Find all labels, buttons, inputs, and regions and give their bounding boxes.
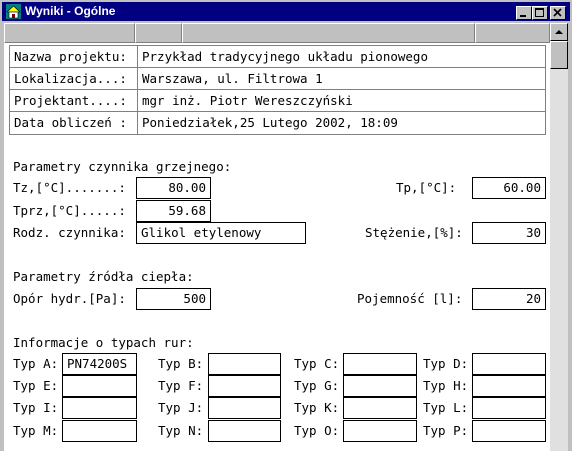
vertical-scrollbar[interactable]: [550, 23, 568, 451]
header-cell[interactable]: [4, 23, 135, 43]
title-bar[interactable]: Wyniki - Ogólne: [2, 2, 570, 21]
close-button[interactable]: [550, 6, 566, 20]
maximize-button[interactable]: [532, 6, 548, 20]
pipe-type-f-label: Typ F:: [158, 378, 204, 393]
tp-label: Tp,[°C]:: [396, 180, 457, 195]
pipe-types-heading: Informacje o typach rur:: [13, 335, 194, 350]
pipe-type-c-field[interactable]: [343, 353, 417, 375]
minimize-icon: [520, 15, 526, 17]
hydraulic-resistance-label: Opór hydr.[Pa]:: [13, 291, 126, 306]
pipe-type-a-field[interactable]: PN74200S: [62, 353, 137, 375]
calc-date-value: Poniedziałek,25 Lutego 2002, 18:09: [142, 115, 398, 130]
location-label: Lokalizacja...:: [14, 71, 127, 86]
designer-label: Projektant....:: [14, 93, 127, 108]
concentration-label: Stężenie,[%]:: [365, 225, 463, 240]
pipe-type-a-label: Typ A:: [13, 356, 59, 371]
header-cell[interactable]: [475, 23, 550, 43]
scroll-up-icon: [555, 30, 563, 34]
designer-value: mgr inż. Piotr Wereszczyński: [142, 93, 353, 108]
medium-type-label: Rodz. czynnika:: [13, 225, 126, 240]
pipe-type-n-label: Typ N:: [158, 423, 204, 438]
window-title: Wyniki - Ogólne: [25, 4, 116, 18]
tz-label: Tz,[°C].......:: [13, 180, 126, 195]
capacity-label: Pojemność [l]:: [357, 291, 463, 306]
pipe-type-d-label: Typ D:: [423, 356, 469, 371]
pipe-type-f-field[interactable]: [208, 375, 281, 397]
pipe-type-k-field[interactable]: [343, 397, 417, 419]
pipe-type-e-field[interactable]: [62, 375, 137, 397]
column-divider: [137, 46, 138, 134]
project-info-table: Nazwa projektu: Przykład tradycyjnego uk…: [9, 45, 546, 135]
pipe-type-h-field[interactable]: [472, 375, 546, 397]
calc-date-label: Data obliczeń :: [14, 115, 127, 130]
pipe-type-p-label: Typ P:: [423, 423, 469, 438]
scroll-up-button[interactable]: [550, 23, 568, 41]
header-cell[interactable]: [135, 23, 182, 43]
pipe-type-l-label: Typ L:: [423, 400, 469, 415]
pipe-type-i-field[interactable]: [62, 397, 137, 419]
tprz-label: Tprz,[°C].....:: [13, 203, 126, 218]
pipe-type-j-field[interactable]: [208, 397, 281, 419]
medium-type-field[interactable]: Glikol etylenowy: [136, 222, 306, 244]
hydraulic-resistance-field[interactable]: 500: [136, 288, 211, 310]
maximize-icon: [535, 8, 544, 17]
pipe-type-b-label: Typ B:: [158, 356, 204, 371]
scroll-thumb[interactable]: [550, 41, 568, 69]
location-value: Warszawa, ul. Filtrowa 1: [142, 71, 323, 86]
project-name-value: Przykład tradycyjnego układu pionowego: [142, 49, 428, 64]
pipe-type-g-label: Typ G:: [294, 378, 340, 393]
close-icon: [553, 8, 562, 17]
pipe-type-n-field[interactable]: [208, 420, 281, 442]
pipe-type-b-field[interactable]: [208, 353, 281, 375]
heat-source-heading: Parametry źródła ciepła:: [13, 269, 194, 284]
pipe-type-d-field[interactable]: [472, 353, 546, 375]
pipe-type-p-field[interactable]: [472, 420, 546, 442]
pipe-type-i-label: Typ I:: [13, 400, 59, 415]
tp-field[interactable]: 60.00: [472, 177, 546, 199]
pipe-type-m-label: Typ M:: [13, 423, 59, 438]
client-area: Nazwa projektu: Przykład tradycyjnego uk…: [4, 23, 550, 451]
pipe-type-k-label: Typ K:: [294, 400, 340, 415]
pipe-type-l-field[interactable]: [472, 397, 546, 419]
header-cell[interactable]: [182, 23, 475, 43]
results-window: Wyniki - Ogólne Nazwa projektu: Przykład…: [0, 0, 572, 451]
pipe-type-o-field[interactable]: [343, 420, 417, 442]
pipe-type-j-label: Typ J:: [158, 400, 204, 415]
pipe-type-h-label: Typ H:: [423, 378, 469, 393]
minimize-button[interactable]: [516, 6, 532, 20]
pipe-type-g-field[interactable]: [343, 375, 417, 397]
pipe-type-e-label: Typ E:: [13, 378, 59, 393]
pipe-type-c-label: Typ C:: [294, 356, 340, 371]
pipe-type-o-label: Typ O:: [294, 423, 340, 438]
concentration-field[interactable]: 30: [472, 222, 546, 244]
tprz-field[interactable]: 59.68: [136, 200, 211, 222]
capacity-field[interactable]: 20: [472, 288, 546, 310]
tz-field[interactable]: 80.00: [136, 177, 211, 199]
project-name-label: Nazwa projektu:: [14, 49, 127, 64]
app-icon[interactable]: [6, 4, 21, 19]
pipe-type-m-field[interactable]: [62, 420, 137, 442]
heating-medium-heading: Parametry czynnika grzejnego:: [13, 159, 232, 174]
